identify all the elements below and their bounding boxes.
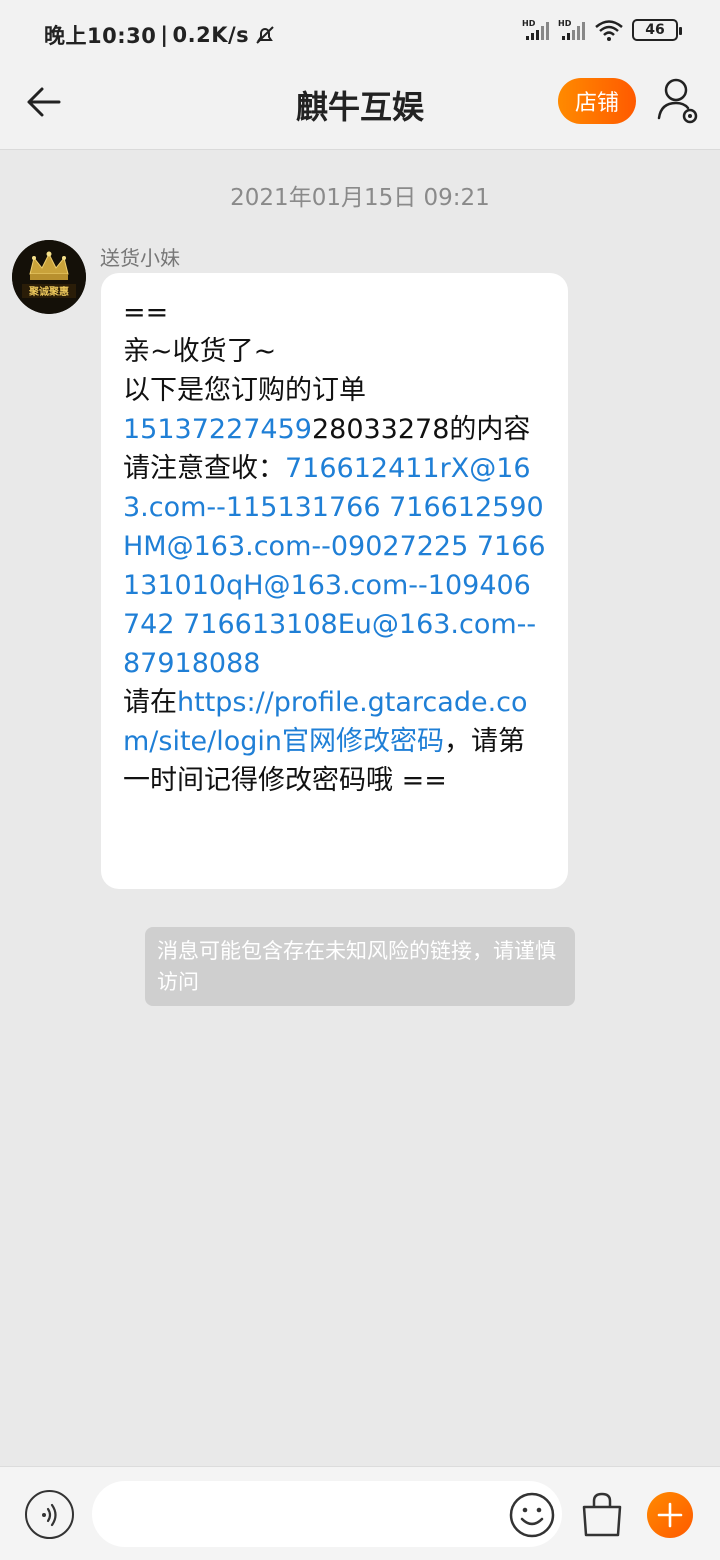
shopping-bag-button[interactable]: [580, 1491, 624, 1539]
voice-button[interactable]: [25, 1490, 74, 1539]
message-timestamp: 2021年01月15日 09:21: [230, 185, 490, 211]
message-line: 请注意查收：716612411rX@163.com--115131766 716…: [123, 449, 548, 683]
emoji-button[interactable]: [508, 1491, 556, 1539]
input-bar: [0, 1466, 720, 1560]
status-bar: 晚上10:30 | 0.2K/s HD HD 46: [0, 0, 720, 64]
voice-icon: [41, 1503, 57, 1526]
crown-logo-icon: 聚诚聚惠: [12, 240, 86, 314]
order-number-rest: 28033278的内容: [311, 414, 531, 445]
signal-hd-icon: HD: [522, 19, 549, 40]
check-prefix: 请注意查收：: [123, 453, 285, 484]
status-speed: 0.2K/s: [172, 23, 250, 47]
message-line: 请在https://profile.gtarcade.com/site/logi…: [123, 683, 548, 800]
message-line: ==: [123, 297, 169, 328]
user-settings-button[interactable]: [656, 76, 702, 126]
order-number-link[interactable]: 15137227459: [123, 414, 312, 445]
add-button[interactable]: [647, 1492, 693, 1538]
user-settings-icon: [657, 78, 698, 124]
status-divider: |: [160, 23, 169, 47]
shopping-bag-icon: [582, 1492, 622, 1537]
plus-icon: [657, 1502, 683, 1528]
message-line: 以下是您订购的订单: [123, 375, 366, 406]
title-bar: 麒牛互娱 店铺: [0, 64, 720, 150]
message-line: 亲~收货了~: [123, 336, 277, 367]
accounts-link[interactable]: 716612411rX@163.com--115131766 716612590…: [123, 453, 546, 679]
svg-text:HD: HD: [522, 19, 536, 28]
wifi-icon: [595, 20, 623, 41]
message-input[interactable]: [92, 1481, 562, 1547]
link-warning-notice: 消息可能包含存在未知风险的链接，请谨慎访问: [145, 927, 575, 1006]
message-line: 1513722745928033278的内容: [123, 410, 548, 449]
battery-indicator: 46: [632, 19, 682, 41]
emoji-icon: [509, 1492, 555, 1538]
change-prefix: 请在: [123, 687, 177, 718]
message-bubble: == 亲~收货了~ 以下是您订购的订单 1513722745928033278的…: [101, 273, 568, 889]
svg-text:HD: HD: [558, 19, 572, 28]
battery-level: 46: [645, 22, 665, 38]
sender-name: 送货小妹: [100, 246, 180, 270]
signal-hd-icon: HD: [558, 19, 585, 40]
bell-muted-icon: [256, 26, 274, 44]
shop-button[interactable]: 店铺: [558, 78, 636, 124]
status-left: 晚上10:30 | 0.2K/s: [44, 20, 277, 50]
avatar[interactable]: 聚诚聚惠: [12, 240, 86, 314]
status-time: 晚上10:30: [44, 24, 157, 48]
status-right: HD HD 46: [522, 18, 682, 42]
avatar-text: 聚诚聚惠: [28, 285, 69, 298]
